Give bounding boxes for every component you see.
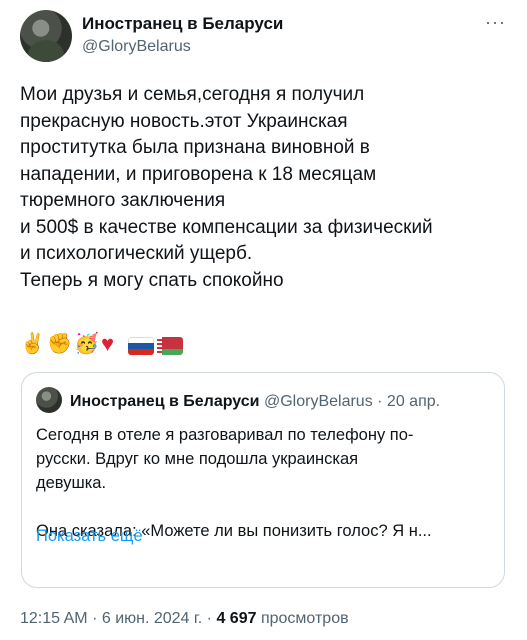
more-icon[interactable]: ··· (485, 12, 506, 33)
author-name[interactable]: Иностранец в Беларуси (82, 14, 283, 34)
party-face-icon: 🥳 (74, 333, 99, 355)
quoted-author-name[interactable]: Иностранец в Беларуси (70, 393, 260, 410)
views-count: 4 697 (216, 610, 257, 627)
avatar[interactable] (20, 10, 72, 62)
quoted-header: Иностранец в Беларуси @GloryBelarus · 20… (70, 393, 495, 411)
quoted-separator: · (377, 393, 383, 410)
quoted-date[interactable]: 20 апр. (387, 393, 440, 410)
quoted-tweet[interactable]: Иностранец в Беларуси @GloryBelarus · 20… (21, 372, 505, 588)
views-label: просмотров (260, 610, 349, 627)
meta-separator-2: · (206, 610, 212, 627)
author-handle[interactable]: @GloryBelarus (82, 38, 191, 56)
quoted-text: Сегодня в отеле я разговаривал по телефо… (36, 426, 432, 540)
quoted-avatar[interactable] (36, 387, 62, 413)
tweet-date[interactable]: 6 июн. 2024 г. (102, 610, 202, 627)
meta-separator: · (92, 610, 98, 627)
belarus-flag-icon (157, 336, 183, 355)
tweet-meta: 12:15 AM · 6 июн. 2024 г. · 4 697 просмо… (20, 610, 349, 628)
raised-fist-icon: ✊ (47, 333, 72, 355)
victory-hand-icon: ✌️ (20, 333, 45, 355)
russia-flag-icon (128, 336, 154, 355)
tweet-text: Мои друзья и семья,сегодня я получил пре… (20, 84, 433, 291)
show-more-link[interactable]: Показать ещё (36, 527, 143, 546)
tweet-time[interactable]: 12:15 AM (20, 610, 88, 627)
red-heart-icon: ♥ (101, 331, 115, 356)
quoted-author-handle[interactable]: @GloryBelarus (264, 393, 373, 410)
tweet-header: Иностранец в Беларуси @GloryBelarus ··· (20, 10, 510, 70)
emoji-row: ✌️ ✊ 🥳 ♥ (20, 332, 183, 356)
